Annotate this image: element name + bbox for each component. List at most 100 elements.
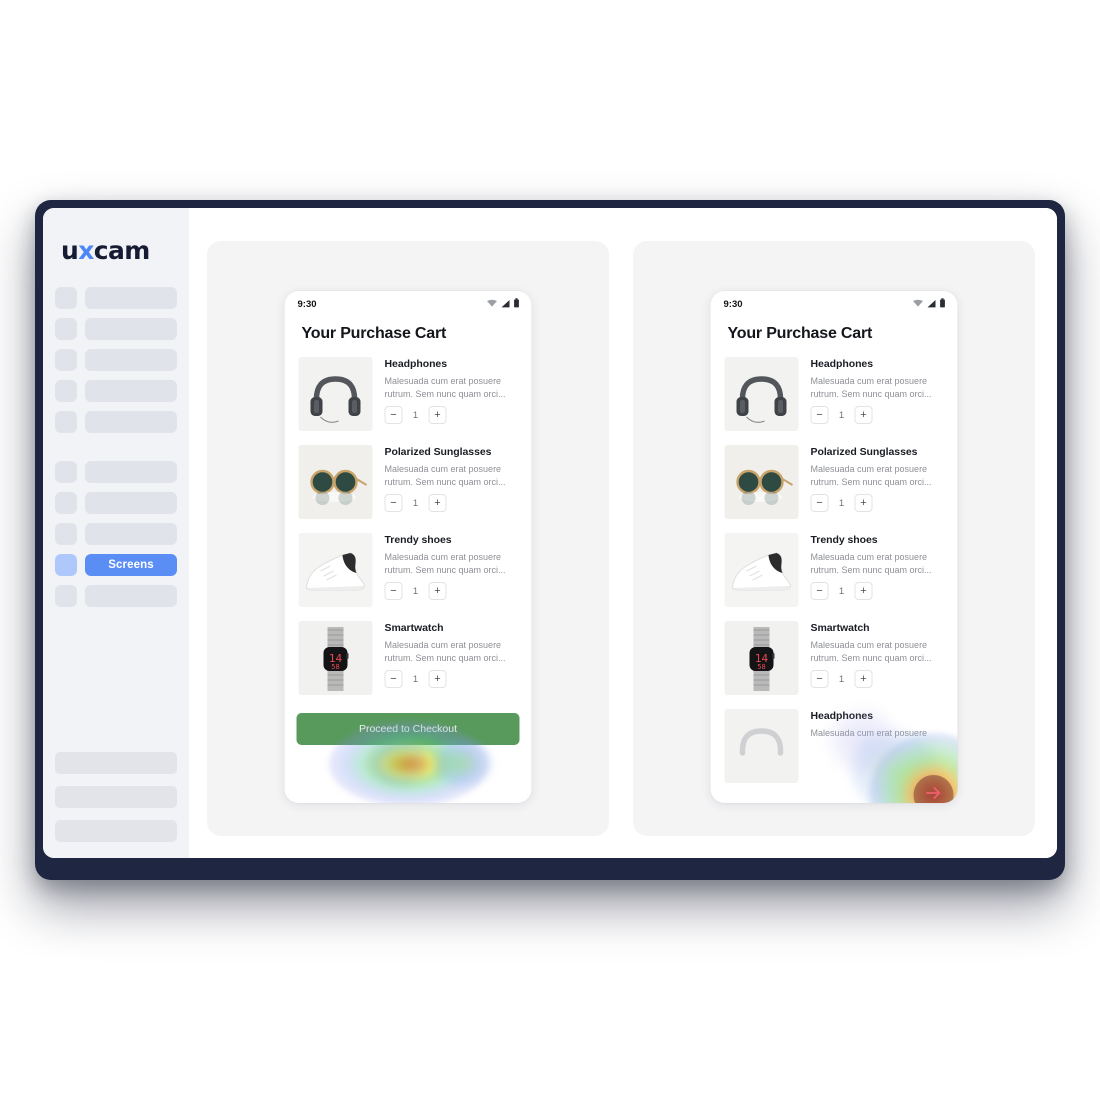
decrease-quantity-button[interactable]: − xyxy=(810,494,829,512)
sidebar-footer xyxy=(55,752,177,842)
sidebar-item-4[interactable] xyxy=(55,380,177,402)
sidebar-item-5[interactable] xyxy=(55,411,177,433)
svg-text:58: 58 xyxy=(331,663,339,671)
sidebar-group-secondary: Screens xyxy=(43,461,189,607)
decrease-quantity-button[interactable]: − xyxy=(810,582,829,600)
decrease-quantity-button[interactable]: − xyxy=(384,582,403,600)
quantity-value: 1 xyxy=(412,585,419,597)
cart-item-meta: Smartwatch Malesuada cum erat posuere ru… xyxy=(810,621,944,695)
sidebar-footer-item-2[interactable] xyxy=(55,786,177,808)
sidebar-item-8[interactable] xyxy=(55,523,177,545)
increase-quantity-button[interactable]: + xyxy=(428,582,447,600)
main-content: 9:30 Your Purchase Cart Headphones Males… xyxy=(189,208,1057,858)
arrow-right-icon xyxy=(924,783,944,804)
cart-item: Polarized Sunglasses Malesuada cum erat … xyxy=(711,445,958,519)
sidebar-item-icon xyxy=(55,380,77,402)
product-name: Headphones xyxy=(810,358,874,370)
sidebar-item-icon xyxy=(55,411,77,433)
sidebar-item-screens[interactable]: Screens xyxy=(55,554,177,576)
sidebar-group-primary xyxy=(43,287,189,433)
sidebar-item-icon xyxy=(55,349,77,371)
headphones-image xyxy=(298,357,373,431)
sidebar-item-icon xyxy=(55,318,77,340)
decrease-quantity-button[interactable]: − xyxy=(810,406,829,424)
cart-item: Headphones Malesuada cum erat posuere ru… xyxy=(711,357,958,431)
sidebar-item-icon xyxy=(55,287,77,309)
product-description: Malesuada cum erat posuere rutrum. Sem n… xyxy=(810,376,932,399)
quantity-value: 1 xyxy=(412,673,419,685)
checkout-area: Proceed to Checkout xyxy=(285,709,532,757)
sunglasses-image xyxy=(724,445,799,519)
increase-quantity-button[interactable]: + xyxy=(428,494,447,512)
decrease-quantity-button[interactable]: − xyxy=(810,670,829,688)
product-description: Malesuada cum erat posuere rutrum. Sem n… xyxy=(810,640,932,663)
cart-list: Headphones Malesuada cum erat posuere ru… xyxy=(711,343,958,783)
sidebar-item-icon xyxy=(55,492,77,514)
decrease-quantity-button[interactable]: − xyxy=(384,670,403,688)
battery-icon xyxy=(514,295,520,313)
sunglasses-image xyxy=(298,445,373,519)
sneaker-image xyxy=(724,533,799,607)
phone-mockup-left: 9:30 Your Purchase Cart Headphones Males… xyxy=(284,291,532,803)
cart-item-partial: Headphones Malesuada cum erat posuere xyxy=(711,709,958,783)
increase-quantity-button[interactable]: + xyxy=(428,670,447,688)
status-icons xyxy=(487,295,520,313)
quantity-stepper: − 1 + xyxy=(384,406,518,424)
proceed-to-checkout-button[interactable]: Proceed to Checkout xyxy=(296,713,520,745)
product-description: Malesuada cum erat posuere rutrum. Sem n… xyxy=(810,552,932,575)
cart-list: Headphones Malesuada cum erat posuere ru… xyxy=(285,343,532,695)
signal-icon xyxy=(501,295,511,313)
sidebar-item-3[interactable] xyxy=(55,349,177,371)
product-description: Malesuada cum erat posuere rutrum. Sem n… xyxy=(810,464,932,487)
battery-icon xyxy=(940,295,946,313)
status-icons xyxy=(913,295,946,313)
sidebar-item-label xyxy=(85,318,177,340)
sidebar-item-10[interactable] xyxy=(55,585,177,607)
sidebar-item-label: Screens xyxy=(85,554,177,576)
sidebar-item-icon xyxy=(55,585,77,607)
product-description: Malesuada cum erat posuere rutrum. Sem n… xyxy=(384,552,506,575)
signal-icon xyxy=(927,295,937,313)
product-description: Malesuada cum erat posuere xyxy=(810,728,928,738)
increase-quantity-button[interactable]: + xyxy=(854,494,873,512)
logo-text-x: x xyxy=(78,236,94,265)
increase-quantity-button[interactable]: + xyxy=(854,582,873,600)
decrease-quantity-button[interactable]: − xyxy=(384,406,403,424)
sidebar: uxcam Screens xyxy=(43,208,189,858)
sidebar-item-label xyxy=(85,585,177,607)
svg-text:58: 58 xyxy=(757,663,765,671)
quantity-value: 1 xyxy=(412,409,419,421)
product-name: Trendy shoes xyxy=(384,534,452,546)
product-name: Headphones xyxy=(384,358,448,370)
sneaker-image xyxy=(298,533,373,607)
increase-quantity-button[interactable]: + xyxy=(854,406,873,424)
cart-item-meta: Polarized Sunglasses Malesuada cum erat … xyxy=(810,445,944,519)
sidebar-item-1[interactable] xyxy=(55,287,177,309)
uxcam-logo: uxcam xyxy=(61,238,189,263)
product-description: Malesuada cum erat posuere rutrum. Sem n… xyxy=(384,640,506,663)
status-bar: 9:30 xyxy=(285,291,532,317)
increase-quantity-button[interactable]: + xyxy=(428,406,447,424)
product-name: Polarized Sunglasses xyxy=(810,446,918,458)
screen-panel-right: 9:30 Your Purchase Cart Headphones Males… xyxy=(633,241,1035,836)
quantity-value: 1 xyxy=(412,497,419,509)
quantity-stepper: − 1 + xyxy=(810,406,944,424)
sidebar-footer-item-1[interactable] xyxy=(55,752,177,774)
sidebar-item-2[interactable] xyxy=(55,318,177,340)
increase-quantity-button[interactable]: + xyxy=(854,670,873,688)
cart-item-meta: Trendy shoes Malesuada cum erat posuere … xyxy=(810,533,944,607)
sidebar-item-6[interactable] xyxy=(55,461,177,483)
smartwatch-image: 14 58 xyxy=(724,621,799,695)
sidebar-item-icon xyxy=(55,461,77,483)
sidebar-footer-item-3[interactable] xyxy=(55,820,177,842)
status-time: 9:30 xyxy=(723,298,743,310)
cart-item-meta: Polarized Sunglasses Malesuada cum erat … xyxy=(384,445,518,519)
cart-item-meta: Headphones Malesuada cum erat posuere xyxy=(811,709,944,783)
quantity-stepper: − 1 + xyxy=(384,582,518,600)
sidebar-item-icon xyxy=(55,554,77,576)
product-description: Malesuada cum erat posuere rutrum. Sem n… xyxy=(384,464,506,487)
smartwatch-image: 14 58 xyxy=(298,621,373,695)
cart-item: Trendy shoes Malesuada cum erat posuere … xyxy=(285,533,532,607)
sidebar-item-7[interactable] xyxy=(55,492,177,514)
decrease-quantity-button[interactable]: − xyxy=(384,494,403,512)
